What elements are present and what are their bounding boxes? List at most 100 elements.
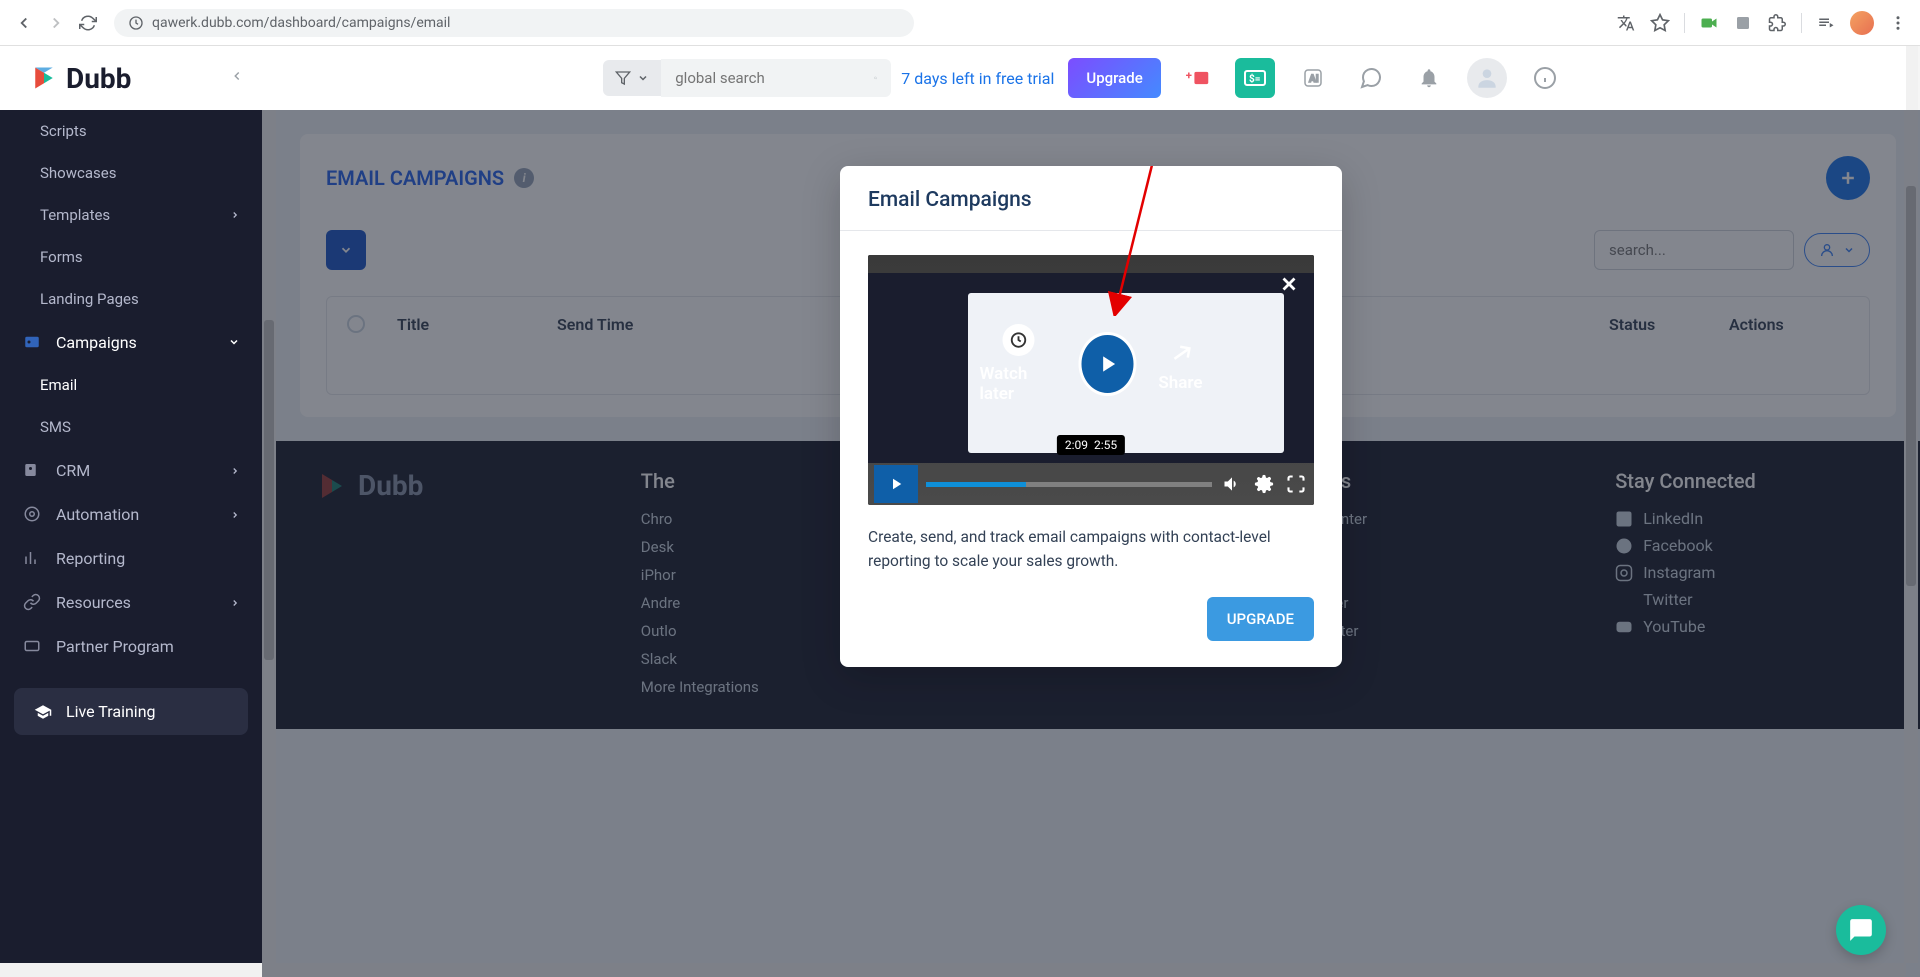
svg-text:AI: AI bbox=[1309, 74, 1319, 85]
sidebar-item-sms[interactable]: SMS bbox=[0, 406, 262, 448]
filter-icon bbox=[615, 70, 631, 86]
sidebar-item-label: Automation bbox=[56, 505, 139, 524]
info-button[interactable] bbox=[1525, 58, 1565, 98]
sidebar-item-label: Partner Program bbox=[56, 637, 174, 656]
sidebar-item-label: Reporting bbox=[56, 549, 125, 568]
svg-text:+: + bbox=[1185, 69, 1191, 82]
playlist-icon[interactable] bbox=[1816, 13, 1836, 33]
upgrade-button[interactable]: Upgrade bbox=[1068, 58, 1160, 98]
sidebar-item-label: Landing Pages bbox=[40, 290, 139, 308]
sidebar-item-label: Scripts bbox=[40, 122, 87, 140]
url-bar[interactable]: qawerk.dubb.com/dashboard/campaigns/emai… bbox=[114, 9, 914, 37]
sidebar-item-label: Forms bbox=[40, 248, 83, 266]
live-training-label: Live Training bbox=[66, 702, 156, 721]
record-button[interactable]: + bbox=[1177, 58, 1217, 98]
trial-days-link[interactable]: 7 days left in free trial bbox=[901, 69, 1054, 88]
chevron-right-icon bbox=[230, 505, 240, 524]
sidebar-item-forms[interactable]: Forms bbox=[0, 236, 262, 278]
browser-right-controls bbox=[1616, 11, 1908, 35]
modal-upgrade-button[interactable]: UPGRADE bbox=[1207, 597, 1314, 641]
search-icon bbox=[874, 69, 877, 87]
modal-overlay[interactable]: Email Campaigns Watc bbox=[276, 110, 1920, 977]
sidebar-item-label: CRM bbox=[56, 461, 90, 480]
url-text: qawerk.dubb.com/dashboard/campaigns/emai… bbox=[152, 15, 450, 31]
video-player[interactable]: Watch later Share 2:09 2:55 bbox=[868, 255, 1314, 505]
automation-icon bbox=[22, 504, 42, 524]
partner-icon bbox=[22, 636, 42, 656]
sidebar-item-templates[interactable]: Templates bbox=[0, 194, 262, 236]
help-chat-button[interactable] bbox=[1836, 905, 1886, 955]
logo-text: Dubb bbox=[66, 62, 131, 95]
logo[interactable]: Dubb bbox=[30, 62, 131, 95]
ai-button[interactable]: AI bbox=[1293, 58, 1333, 98]
sidebar-item-landing-pages[interactable]: Landing Pages bbox=[0, 278, 262, 320]
chevron-right-icon bbox=[230, 593, 240, 612]
crm-icon bbox=[22, 460, 42, 480]
video-play-small-button[interactable] bbox=[874, 465, 918, 503]
sidebar: Scripts Showcases Templates Forms Landin… bbox=[0, 110, 262, 977]
sidebar-item-campaigns[interactable]: Campaigns bbox=[0, 320, 262, 364]
sidebar-item-reporting[interactable]: Reporting bbox=[0, 536, 262, 580]
video-time-tooltip: 2:09 2:55 bbox=[1057, 435, 1125, 455]
chevron-down-icon bbox=[228, 333, 240, 352]
sidebar-item-label: Templates bbox=[40, 206, 110, 224]
svg-text:$=: $= bbox=[1249, 72, 1261, 85]
video-close-button[interactable] bbox=[1278, 273, 1300, 301]
sidebar-item-label: Email bbox=[40, 376, 77, 394]
main-content: EMAIL CAMPAIGNS i bbox=[276, 110, 1920, 977]
camera-extension-icon[interactable] bbox=[1699, 13, 1719, 33]
graduation-cap-icon bbox=[32, 703, 54, 721]
browser-toolbar: qawerk.dubb.com/dashboard/campaigns/emai… bbox=[0, 0, 1920, 46]
modal-header: Email Campaigns bbox=[840, 166, 1342, 231]
watch-later-label: Watch later bbox=[980, 364, 1057, 404]
sidebar-item-automation[interactable]: Automation bbox=[0, 492, 262, 536]
fullscreen-button[interactable] bbox=[1284, 474, 1308, 494]
global-search-input[interactable] bbox=[675, 69, 874, 87]
header-center: 7 days left in free trial Upgrade + $= A… bbox=[262, 46, 1906, 110]
filter-button[interactable] bbox=[603, 60, 661, 96]
chevron-right-icon bbox=[230, 206, 240, 224]
translate-icon[interactable] bbox=[1616, 13, 1636, 33]
browser-menu-icon[interactable] bbox=[1888, 13, 1908, 33]
video-progress-bar[interactable] bbox=[926, 482, 1212, 487]
volume-button[interactable] bbox=[1220, 474, 1244, 494]
extensions-puzzle-icon[interactable] bbox=[1767, 13, 1787, 33]
bookmark-star-icon[interactable] bbox=[1650, 13, 1670, 33]
share-label: Share bbox=[1158, 373, 1202, 393]
sidebar-item-scripts[interactable]: Scripts bbox=[0, 110, 262, 152]
video-controls bbox=[868, 463, 1314, 505]
sidebar-collapse-button[interactable] bbox=[230, 65, 244, 91]
modal-description: Create, send, and track email campaigns … bbox=[868, 525, 1314, 573]
live-training-button[interactable]: Live Training bbox=[14, 688, 248, 735]
reload-button[interactable] bbox=[76, 11, 100, 35]
extension-icon[interactable] bbox=[1733, 13, 1753, 33]
chat-button[interactable] bbox=[1351, 58, 1391, 98]
email-campaigns-modal: Email Campaigns Watc bbox=[840, 166, 1342, 667]
campaigns-icon bbox=[22, 332, 42, 352]
global-search[interactable] bbox=[661, 59, 891, 97]
chevron-down-icon bbox=[637, 72, 649, 84]
sidebar-item-label: Resources bbox=[56, 593, 131, 612]
settings-button[interactable] bbox=[1252, 474, 1276, 494]
profile-avatar[interactable] bbox=[1850, 11, 1874, 35]
forward-button[interactable] bbox=[44, 11, 68, 35]
reporting-icon bbox=[22, 548, 42, 568]
sidebar-item-partner-program[interactable]: Partner Program bbox=[0, 624, 262, 668]
logo-area: Dubb bbox=[0, 46, 262, 110]
sidebar-item-showcases[interactable]: Showcases bbox=[0, 152, 262, 194]
sidebar-item-label: Showcases bbox=[40, 164, 116, 182]
sidebar-item-resources[interactable]: Resources bbox=[0, 580, 262, 624]
user-avatar[interactable] bbox=[1467, 58, 1507, 98]
back-button[interactable] bbox=[12, 11, 36, 35]
money-card-button[interactable]: $= bbox=[1235, 58, 1275, 98]
resources-icon bbox=[22, 592, 42, 612]
modal-title: Email Campaigns bbox=[868, 188, 1314, 212]
share-icon[interactable] bbox=[1165, 335, 1195, 365]
sidebar-item-crm[interactable]: CRM bbox=[0, 448, 262, 492]
sidebar-item-label: Campaigns bbox=[56, 333, 137, 352]
watch-later-button[interactable] bbox=[1002, 324, 1034, 356]
sidebar-item-label: SMS bbox=[40, 418, 71, 436]
notifications-button[interactable] bbox=[1409, 58, 1449, 98]
video-play-button[interactable] bbox=[1079, 332, 1137, 396]
sidebar-item-email[interactable]: Email bbox=[0, 364, 262, 406]
